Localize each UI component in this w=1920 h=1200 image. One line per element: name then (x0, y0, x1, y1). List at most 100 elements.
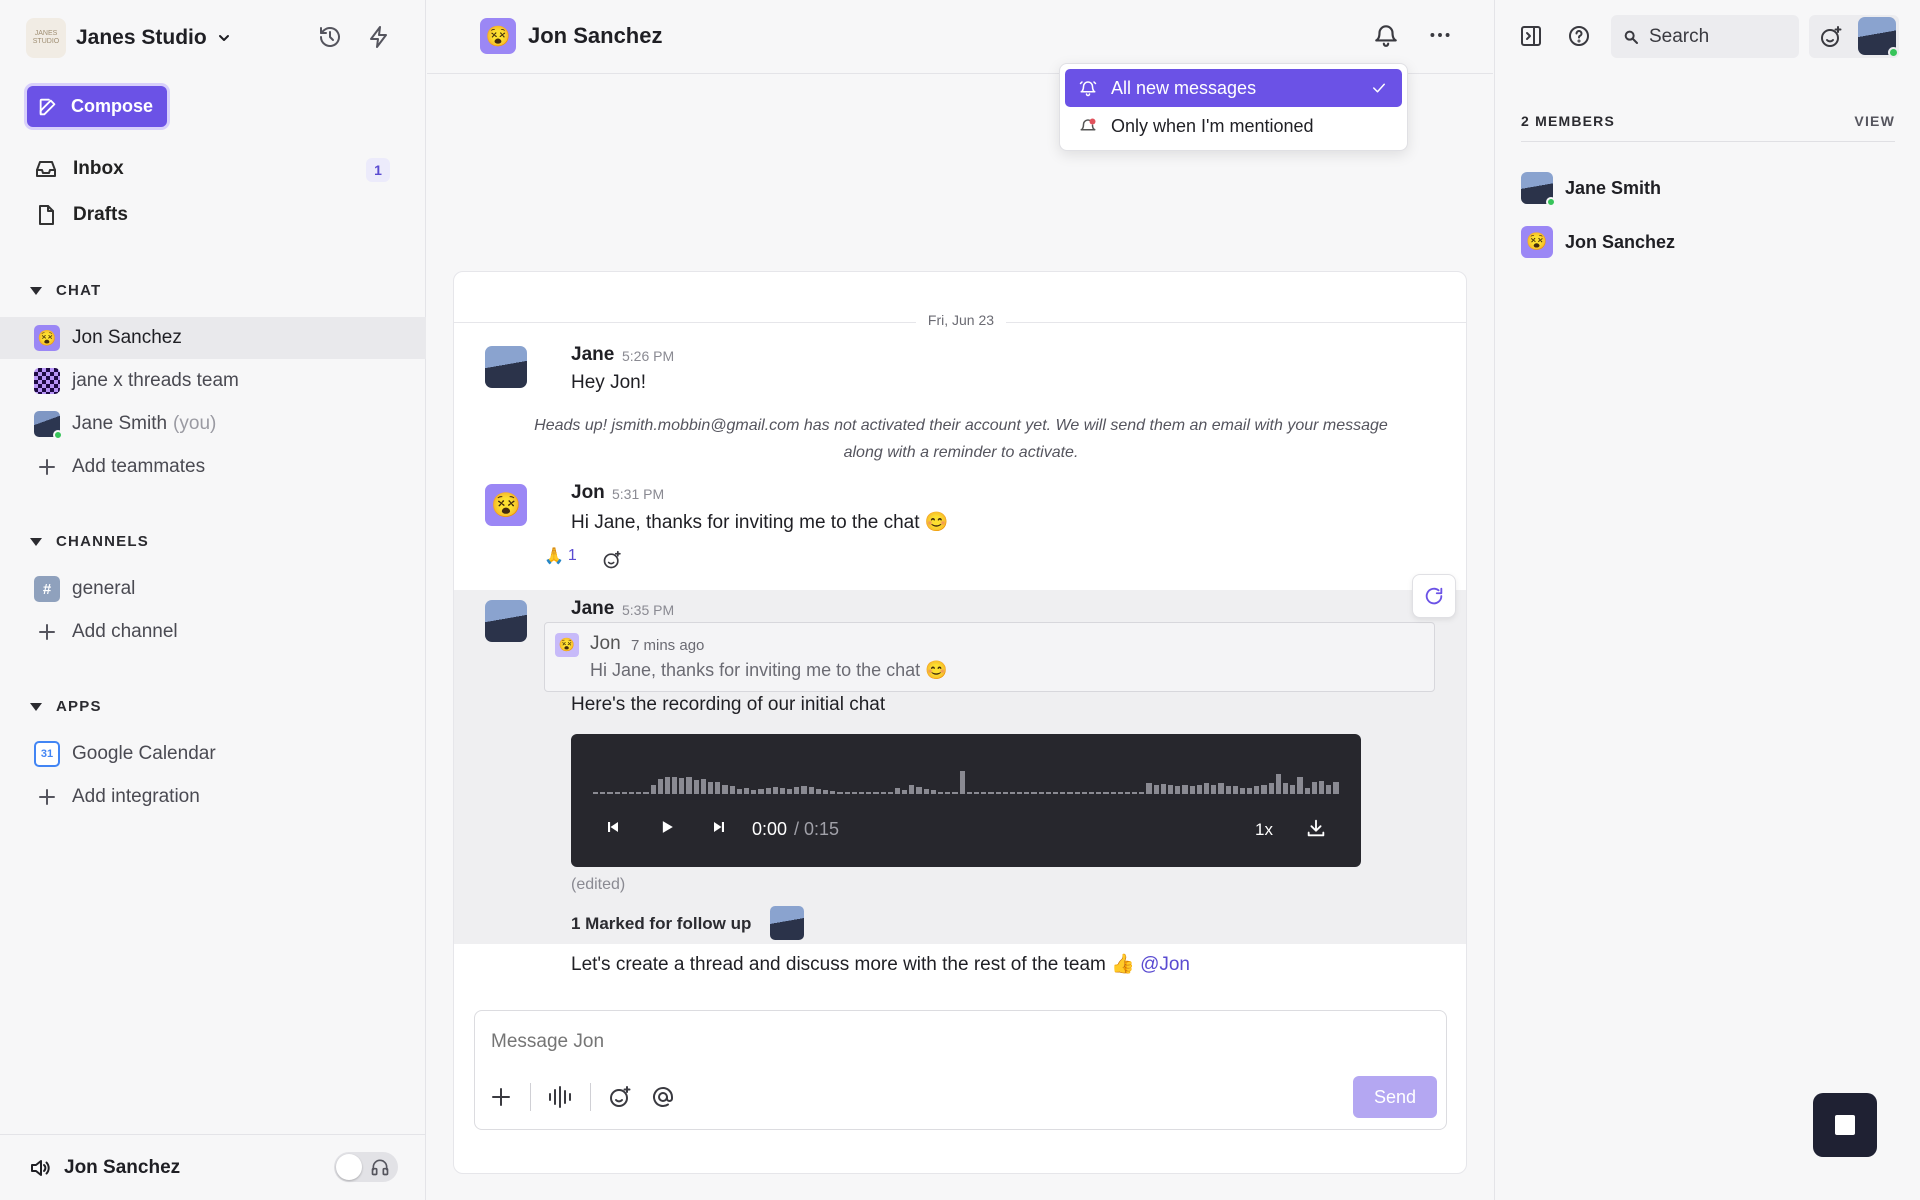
member-item[interactable]: Jane Smith (1521, 172, 1662, 207)
waveform-bar (1333, 782, 1339, 794)
waveform-bar (715, 782, 721, 794)
caret-down-icon (30, 537, 42, 546)
waveform-bar (772, 787, 778, 794)
speaker-icon (31, 1159, 50, 1176)
waveform-bar (729, 786, 735, 794)
conversation-title[interactable]: 😵 Jon Sanchez (480, 18, 662, 54)
reaction-chip[interactable]: 🙏 1 (544, 546, 577, 566)
emoji-icon[interactable] (608, 1085, 632, 1109)
chat-item-jon-sanchez[interactable]: 😵 Jon Sanchez (0, 317, 426, 359)
waveform-bar (1297, 776, 1303, 794)
waveform-bar (902, 790, 908, 794)
waveform-bar (679, 777, 685, 794)
mention-icon[interactable] (651, 1085, 675, 1109)
headphones-icon (371, 1159, 389, 1176)
chat-item-jane-smith[interactable]: Jane Smith (you) (0, 403, 426, 445)
waveform-bar (952, 792, 958, 794)
search-input[interactable]: Search (1611, 15, 1799, 58)
workspace-switcher[interactable]: JANES STUDIO Janes Studio (26, 18, 231, 58)
channel-item-general[interactable]: # general (0, 568, 426, 610)
waveform-bar (1139, 792, 1145, 794)
date-label: Fri, Jun 23 (916, 312, 1006, 328)
plus-icon[interactable] (489, 1085, 513, 1109)
add-channel-button[interactable]: Add channel (0, 611, 426, 653)
document-icon (39, 205, 54, 225)
bell-icon[interactable] (1373, 22, 1399, 48)
message-text: Let's create a thread and discuss more w… (571, 952, 1190, 976)
refresh-icon[interactable] (1412, 574, 1456, 618)
add-channel-label: Add channel (72, 621, 178, 642)
huddle-toggle[interactable] (334, 1152, 398, 1182)
waveform-bar (858, 792, 865, 794)
audio-record-icon[interactable] (547, 1085, 573, 1109)
avatar[interactable]: 😵 (485, 484, 527, 526)
notice-line: Heads up! jsmith.mobbin@gmail.com has no… (534, 417, 1388, 434)
nav-drafts[interactable]: Drafts (34, 203, 128, 227)
message-input[interactable] (491, 1027, 1411, 1057)
message-author[interactable]: Jon (571, 482, 605, 504)
avatar: 😵 (480, 18, 516, 54)
playback-speed[interactable]: 1x (1255, 820, 1273, 840)
lightning-icon[interactable] (364, 22, 394, 52)
section-chat[interactable]: CHAT (30, 282, 101, 299)
more-options-icon[interactable] (1427, 22, 1453, 48)
waveform-bar (607, 792, 613, 794)
add-teammates-button[interactable]: Add teammates (0, 446, 426, 488)
chat-item-threads-team[interactable]: jane x threads team (0, 360, 426, 402)
avatar[interactable] (485, 346, 527, 388)
help-icon[interactable] (1567, 24, 1591, 48)
menu-item-all-messages[interactable]: All new messages (1065, 69, 1402, 107)
reaction-emoji: 🙏 (544, 548, 564, 565)
download-icon[interactable] (1305, 817, 1327, 839)
stop-recording-button[interactable] (1813, 1093, 1877, 1157)
user-menu[interactable] (1809, 15, 1899, 58)
waveform-bar (779, 788, 786, 794)
check-icon (1373, 83, 1385, 93)
history-icon[interactable] (315, 22, 345, 52)
waveform-bar (1175, 786, 1181, 794)
section-channels[interactable]: CHANNELS (30, 533, 149, 550)
audio-waveform[interactable] (593, 746, 1339, 794)
member-name: Jane Smith (1565, 177, 1662, 198)
add-integration-button[interactable]: Add integration (0, 776, 426, 818)
waveform-bar (708, 781, 714, 794)
app-item-google-calendar[interactable]: 31 Google Calendar (0, 733, 426, 775)
add-teammates-label: Add teammates (72, 456, 206, 477)
nav-inbox[interactable]: Inbox (34, 157, 124, 181)
waveform-bar (851, 792, 857, 794)
quoted-reply[interactable]: 😵 Jon 7 mins ago Hi Jane, thanks for inv… (544, 622, 1435, 692)
avatar (1521, 172, 1556, 207)
activation-notice: Heads up! jsmith.mobbin@gmail.com has no… (494, 412, 1428, 466)
toggle-panel-icon[interactable] (1519, 24, 1543, 48)
divider (590, 1083, 591, 1111)
followup-label[interactable]: 1 Marked for follow up (571, 914, 751, 934)
waveform-bar (1203, 783, 1210, 794)
avatar (34, 411, 63, 440)
mention-link[interactable]: @Jon (1140, 954, 1190, 975)
skip-forward-icon[interactable] (709, 817, 729, 837)
message-author[interactable]: Jane (571, 344, 614, 366)
section-apps[interactable]: APPS (30, 698, 102, 715)
reaction-count: 1 (567, 547, 577, 564)
waveform-bar (866, 792, 872, 794)
menu-item-label: Only when I'm mentioned (1111, 115, 1314, 136)
member-item[interactable]: 😵 Jon Sanchez (1521, 226, 1675, 258)
nav-inbox-label: Inbox (73, 158, 124, 179)
calendar-icon: 31 (34, 741, 60, 767)
skip-back-icon[interactable] (603, 817, 623, 837)
send-button[interactable]: Send (1353, 1076, 1437, 1118)
menu-item-mentions-only[interactable]: Only when I'm mentioned (1065, 107, 1402, 145)
avatar (1858, 17, 1899, 58)
message-author[interactable]: Jane (571, 598, 614, 620)
compose-button[interactable]: Compose (27, 86, 167, 127)
message-text: Here's the recording of our initial chat (571, 694, 886, 715)
avatar[interactable] (485, 600, 527, 642)
waveform-bar (1247, 787, 1253, 794)
play-icon[interactable] (657, 817, 677, 837)
chat-item-label: jane x threads team (72, 370, 239, 391)
view-members-link[interactable]: VIEW (1854, 113, 1895, 129)
edited-label: (edited) (571, 876, 626, 893)
waveform-bar (995, 792, 1001, 794)
waveform-bar (1110, 792, 1116, 794)
add-reaction-icon[interactable] (602, 550, 622, 570)
